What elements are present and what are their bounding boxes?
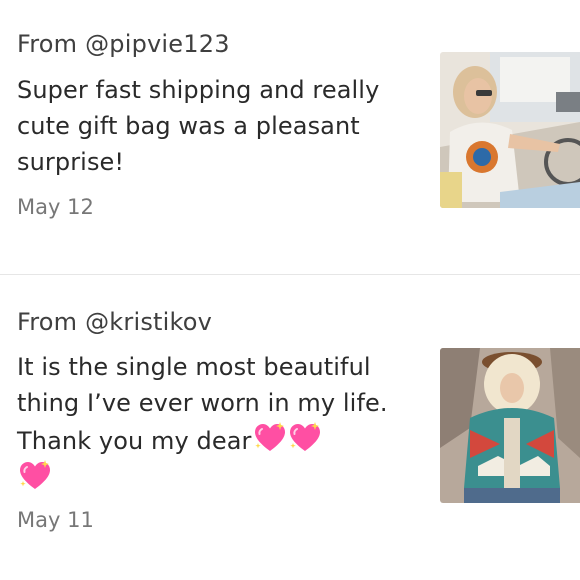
review-card: From @kristikov It is the single most be… (0, 275, 580, 580)
review-author[interactable]: From @pipvie123 (17, 30, 230, 58)
photo-thumbnail-icon (440, 348, 580, 503)
photo-thumbnail-icon (440, 52, 580, 208)
review-date: May 12 (17, 195, 94, 219)
review-feed: From @pipvie123 Super fast shipping and … (0, 0, 580, 580)
review-author[interactable]: From @kristikov (17, 308, 212, 336)
review-text: It is the single most beautiful thing I’… (17, 349, 412, 497)
sparkling-heart-icon (253, 421, 287, 455)
review-card: From @pipvie123 Super fast shipping and … (0, 0, 580, 274)
review-text: Super fast shipping and really cute gift… (17, 76, 380, 176)
review-photo[interactable] (440, 52, 580, 208)
review-date: May 11 (17, 508, 94, 532)
sparkling-heart-icon (18, 459, 52, 493)
sparkling-heart-icon (288, 421, 322, 455)
review-text-content: It is the single most beautiful thing I’… (17, 353, 388, 455)
review-photo[interactable] (440, 348, 580, 503)
